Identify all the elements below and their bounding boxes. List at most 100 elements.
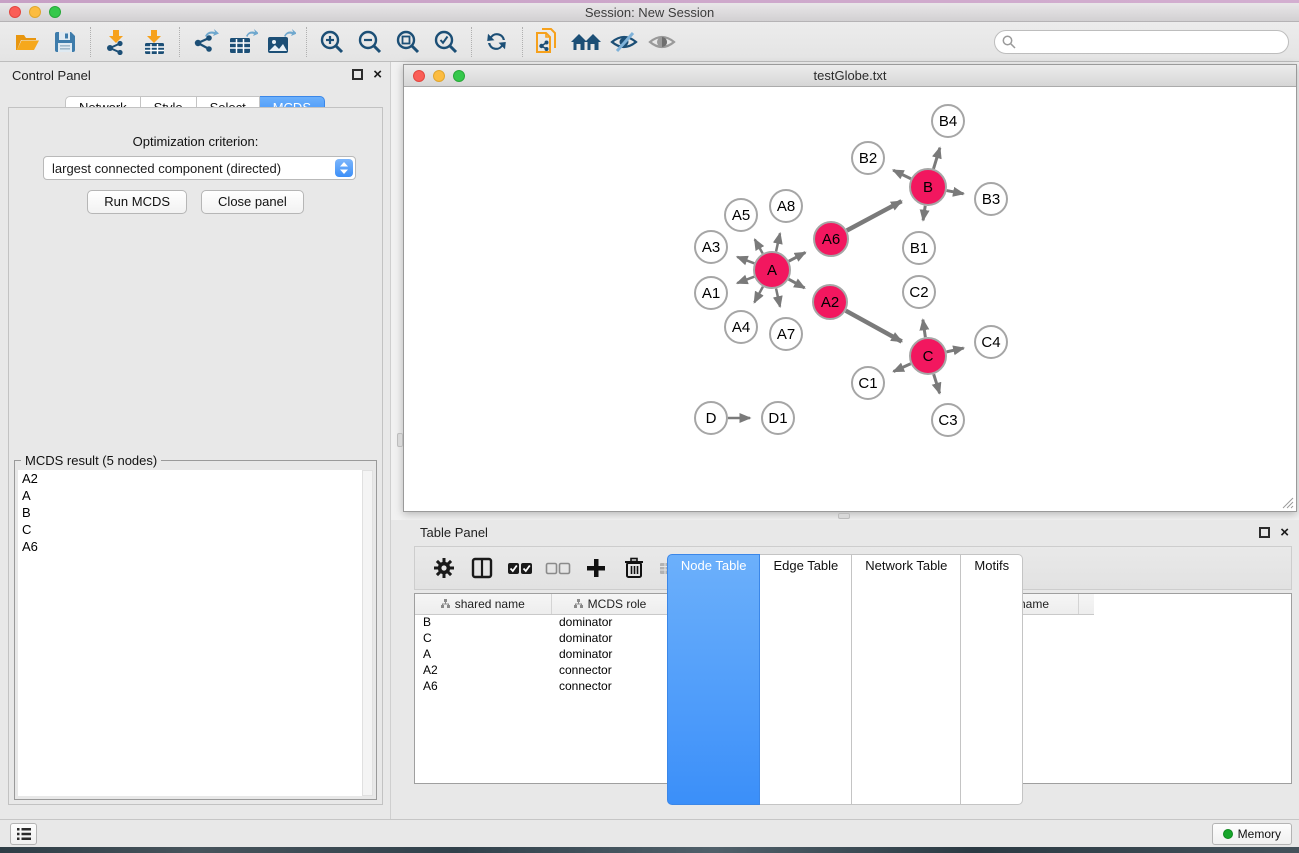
search-box <box>994 30 1289 54</box>
node-label-C2: C2 <box>909 284 928 301</box>
desktop-edge-bottom <box>0 847 1299 853</box>
result-item[interactable]: B <box>18 504 362 521</box>
app-titlebar: Session: New Session <box>0 3 1299 22</box>
memory-button[interactable]: Memory <box>1212 823 1292 845</box>
node-label-A4: A4 <box>732 319 750 336</box>
clone-network-icon[interactable] <box>529 25 567 59</box>
import-network-icon[interactable] <box>97 25 135 59</box>
node-label-A2: A2 <box>821 294 839 311</box>
home-icon[interactable] <box>567 25 605 59</box>
edge-A2-C[interactable] <box>846 311 902 342</box>
run-mcds-button[interactable]: Run MCDS <box>87 190 187 214</box>
network-desktop-pane: testGlobe.txt B4B2BB3A8A5A6A3B1AA1C2A2A4… <box>391 62 1299 520</box>
export-network-icon[interactable] <box>186 25 224 59</box>
edge-A-A3[interactable] <box>737 257 754 263</box>
tab-node-table[interactable]: Node Table <box>667 554 761 805</box>
node-label-B: B <box>923 179 933 196</box>
criterion-value: largest connected component (directed) <box>44 161 335 176</box>
network-window-titlebar[interactable]: testGlobe.txt <box>404 65 1296 87</box>
result-item[interactable]: C <box>18 521 362 538</box>
zoom-out-icon[interactable] <box>351 25 389 59</box>
open-folder-icon[interactable] <box>8 25 46 59</box>
window-resize-grip[interactable] <box>1280 495 1294 509</box>
control-panel: Control Panel × NetworkStyleSelectMCDS O… <box>0 62 391 819</box>
main-toolbar <box>0 22 1299 62</box>
float-table-panel-icon[interactable] <box>1259 527 1270 538</box>
node-label-A6: A6 <box>822 231 840 248</box>
criterion-dropdown[interactable]: largest connected component (directed) <box>43 156 356 180</box>
tab-edge-table[interactable]: Edge Table <box>760 554 852 805</box>
list-icon <box>17 828 31 840</box>
node-label-D1: D1 <box>768 410 787 427</box>
search-input[interactable] <box>994 30 1289 54</box>
tab-motifs[interactable]: Motifs <box>961 554 1023 805</box>
main-area: Control Panel × NetworkStyleSelectMCDS O… <box>0 62 1299 819</box>
node-label-A5: A5 <box>732 207 750 224</box>
network-view-window: testGlobe.txt B4B2BB3A8A5A6A3B1AA1C2A2A4… <box>403 64 1297 512</box>
task-history-button[interactable] <box>10 823 37 845</box>
network-window-title: testGlobe.txt <box>404 68 1296 83</box>
result-item[interactable]: A <box>18 487 362 504</box>
mcds-result-list[interactable]: A2ABCA6 <box>18 470 362 796</box>
refresh-icon[interactable] <box>478 25 516 59</box>
result-scrollbar[interactable] <box>362 470 373 796</box>
edge-C-C1[interactable] <box>894 364 911 372</box>
save-icon[interactable] <box>46 25 84 59</box>
edge-A-A7[interactable] <box>776 289 780 307</box>
zoom-selected-icon[interactable] <box>427 25 465 59</box>
table-panel-title: Table Panel <box>420 525 488 540</box>
node-label-A: A <box>767 262 777 279</box>
toolbar-separator <box>179 27 180 57</box>
result-item[interactable]: A2 <box>18 470 362 487</box>
dropdown-arrows-icon <box>335 159 353 177</box>
desktop-horizontal-scroll-thumb[interactable] <box>838 513 850 519</box>
edge-A-A2[interactable] <box>789 279 805 288</box>
mcds-tab-content: Optimization criterion: largest connecte… <box>8 107 383 805</box>
edge-B-B4[interactable] <box>934 148 940 169</box>
result-item[interactable]: A6 <box>18 538 362 555</box>
node-label-C4: C4 <box>981 334 1000 351</box>
mcds-result-title: MCDS result (5 nodes) <box>21 453 161 468</box>
app-title: Session: New Session <box>0 5 1299 20</box>
optimization-criterion-label: Optimization criterion: <box>9 134 382 149</box>
zoom-fit-icon[interactable] <box>389 25 427 59</box>
node-label-B2: B2 <box>859 150 877 167</box>
edge-B-B1[interactable] <box>923 206 925 221</box>
import-table-icon[interactable] <box>135 25 173 59</box>
mcds-result-box: MCDS result (5 nodes) A2ABCA6 <box>14 460 377 800</box>
node-label-C: C <box>923 348 934 365</box>
edge-A-A1[interactable] <box>737 277 754 283</box>
edge-C-C2[interactable] <box>923 320 925 337</box>
close-panel-icon[interactable]: × <box>373 69 382 80</box>
tab-network-table[interactable]: Network Table <box>852 554 961 805</box>
close-table-panel-icon[interactable]: × <box>1280 527 1289 538</box>
edge-C-C4[interactable] <box>947 348 964 352</box>
edge-B-B2[interactable] <box>893 170 911 179</box>
search-icon <box>1002 35 1016 49</box>
close-panel-button[interactable]: Close panel <box>201 190 304 214</box>
edge-A-A5[interactable] <box>755 239 763 253</box>
show-all-icon[interactable] <box>643 25 681 59</box>
export-table-icon[interactable] <box>224 25 262 59</box>
hide-selected-icon[interactable] <box>605 25 643 59</box>
node-label-C1: C1 <box>858 375 877 392</box>
toolbar-separator <box>471 27 472 57</box>
node-label-D: D <box>706 410 717 427</box>
edge-A-A4[interactable] <box>754 287 763 303</box>
edge-A-A8[interactable] <box>776 233 780 251</box>
table-panel: Table Panel × <box>391 520 1299 812</box>
export-image-icon[interactable] <box>262 25 300 59</box>
edge-B-B3[interactable] <box>947 191 964 194</box>
memory-status-icon <box>1223 829 1233 839</box>
network-graph: B4B2BB3A8A5A6A3B1AA1C2A2A4A7C4CC1DD1C3 <box>405 88 1295 512</box>
network-canvas[interactable]: B4B2BB3A8A5A6A3B1AA1C2A2A4A7C4CC1DD1C3 <box>405 88 1295 510</box>
float-panel-icon[interactable] <box>352 69 363 80</box>
desktop-vertical-scroll-thumb[interactable] <box>397 433 403 447</box>
edge-C-C3[interactable] <box>934 374 940 393</box>
edge-A6-B[interactable] <box>847 201 902 230</box>
toolbar-separator <box>522 27 523 57</box>
node-label-B1: B1 <box>910 240 928 257</box>
node-label-A1: A1 <box>702 285 720 302</box>
edge-A-A6[interactable] <box>789 252 806 261</box>
zoom-in-icon[interactable] <box>313 25 351 59</box>
